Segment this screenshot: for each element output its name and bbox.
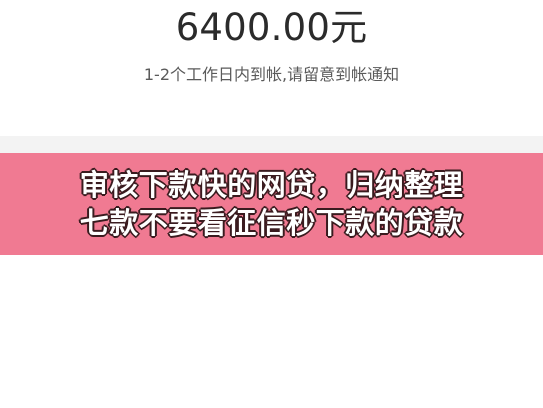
- amount-summary-card: 6400.00元 1-2个工作日内到帐,请留意到帐通知: [0, 0, 543, 136]
- arrival-notice: 1-2个工作日内到帐,请留意到帐通知: [143, 65, 400, 84]
- promo-banner: 审核下款快的网贷，归纳整理 七款不要看征信秒下款的贷款: [0, 153, 543, 255]
- amount-value: 6400.00元: [175, 6, 368, 49]
- banner-title-line-2: 七款不要看征信秒下款的贷款: [79, 206, 464, 240]
- section-divider: [0, 136, 543, 154]
- banner-title-line-1: 审核下款快的网贷，归纳整理: [79, 168, 464, 202]
